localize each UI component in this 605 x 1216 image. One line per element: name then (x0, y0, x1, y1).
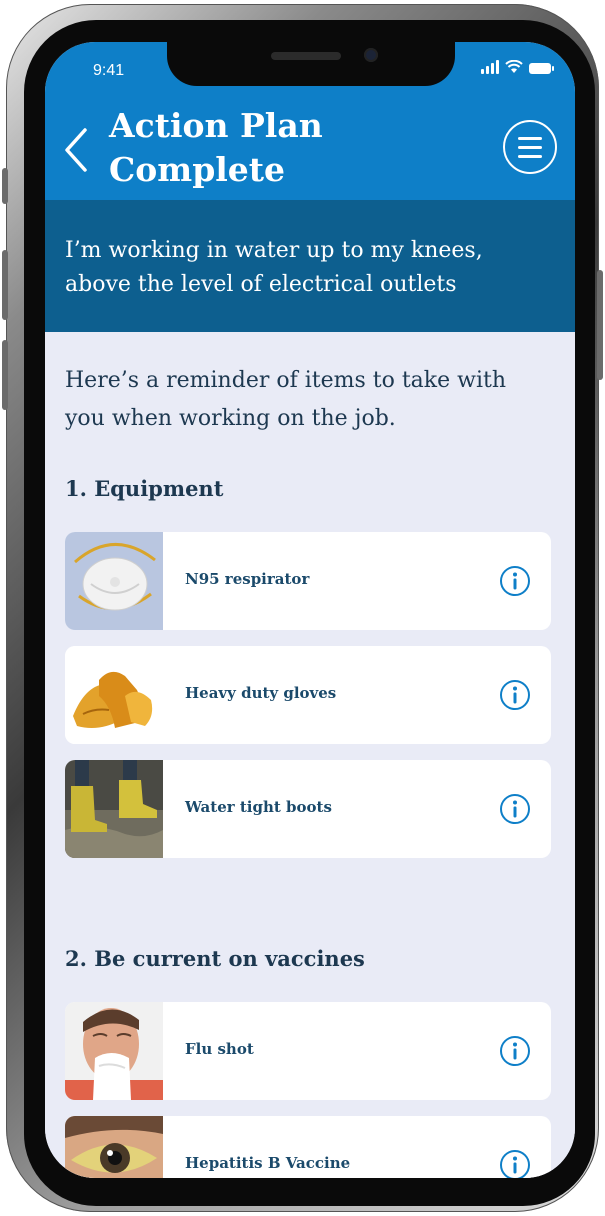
list-item-water-tight-boots[interactable]: Water tight boots (65, 760, 551, 858)
info-icon[interactable] (499, 565, 531, 597)
battery-icon (529, 63, 554, 74)
status-time: 9:41 (93, 62, 125, 79)
signal-icon (481, 60, 499, 74)
list-item-heavy-duty-gloves[interactable]: Heavy duty gloves (65, 646, 551, 744)
hamburger-icon (518, 137, 542, 140)
page-title-line2: Complete (109, 150, 286, 189)
volume-up-button (2, 250, 8, 320)
mute-switch (2, 168, 8, 204)
item-label: Hepatitis B Vaccine (185, 1154, 351, 1172)
page-title: Action Plan Complete (109, 104, 409, 192)
item-label: Heavy duty gloves (185, 684, 337, 702)
intro-text: Here’s a reminder of items to take with … (65, 368, 507, 431)
notch (167, 42, 455, 86)
list-item-n95-respirator[interactable]: N95 respirator (65, 532, 551, 630)
info-icon[interactable] (499, 679, 531, 711)
back-chevron-icon[interactable] (59, 122, 95, 178)
volume-down-button (2, 340, 8, 410)
wifi-icon (505, 60, 523, 73)
item-label: Water tight boots (185, 798, 332, 816)
list-item-hepatitis-b-vaccine[interactable]: Hepatitis B Vaccine (65, 1116, 551, 1178)
main-content: Here’s a reminder of items to take with … (45, 332, 575, 1178)
sneezing-person-image (65, 1002, 163, 1100)
hamburger-icon-bar (518, 155, 542, 158)
yellow-eye-image (65, 1116, 163, 1178)
info-icon[interactable] (499, 793, 531, 825)
scenario-text: I’m working in water up to my knees, abo… (65, 238, 483, 297)
app-header: Action Plan Complete (45, 102, 575, 200)
info-icon[interactable] (499, 1035, 531, 1067)
gloves-image (65, 646, 163, 744)
hamburger-icon-bar (518, 146, 542, 149)
item-label: N95 respirator (185, 570, 310, 588)
list-item-flu-shot[interactable]: Flu shot (65, 1002, 551, 1100)
section-title-equipment: 1. Equipment (65, 476, 224, 501)
item-label: Flu shot (185, 1040, 254, 1058)
page-title-line1: Action Plan (109, 106, 323, 145)
speaker (271, 52, 341, 60)
section-title-vaccines: 2. Be current on vaccines (65, 946, 365, 971)
front-camera (364, 48, 378, 62)
status-icons (481, 60, 554, 74)
boots-image (65, 760, 163, 858)
menu-button[interactable] (503, 120, 557, 174)
info-icon[interactable] (499, 1149, 531, 1178)
scenario-banner: I’m working in water up to my knees, abo… (45, 200, 575, 332)
phone-screen: 9:41 Action Plan Complete I’m working in… (45, 42, 575, 1178)
respirator-image (65, 532, 163, 630)
power-button (597, 270, 603, 380)
